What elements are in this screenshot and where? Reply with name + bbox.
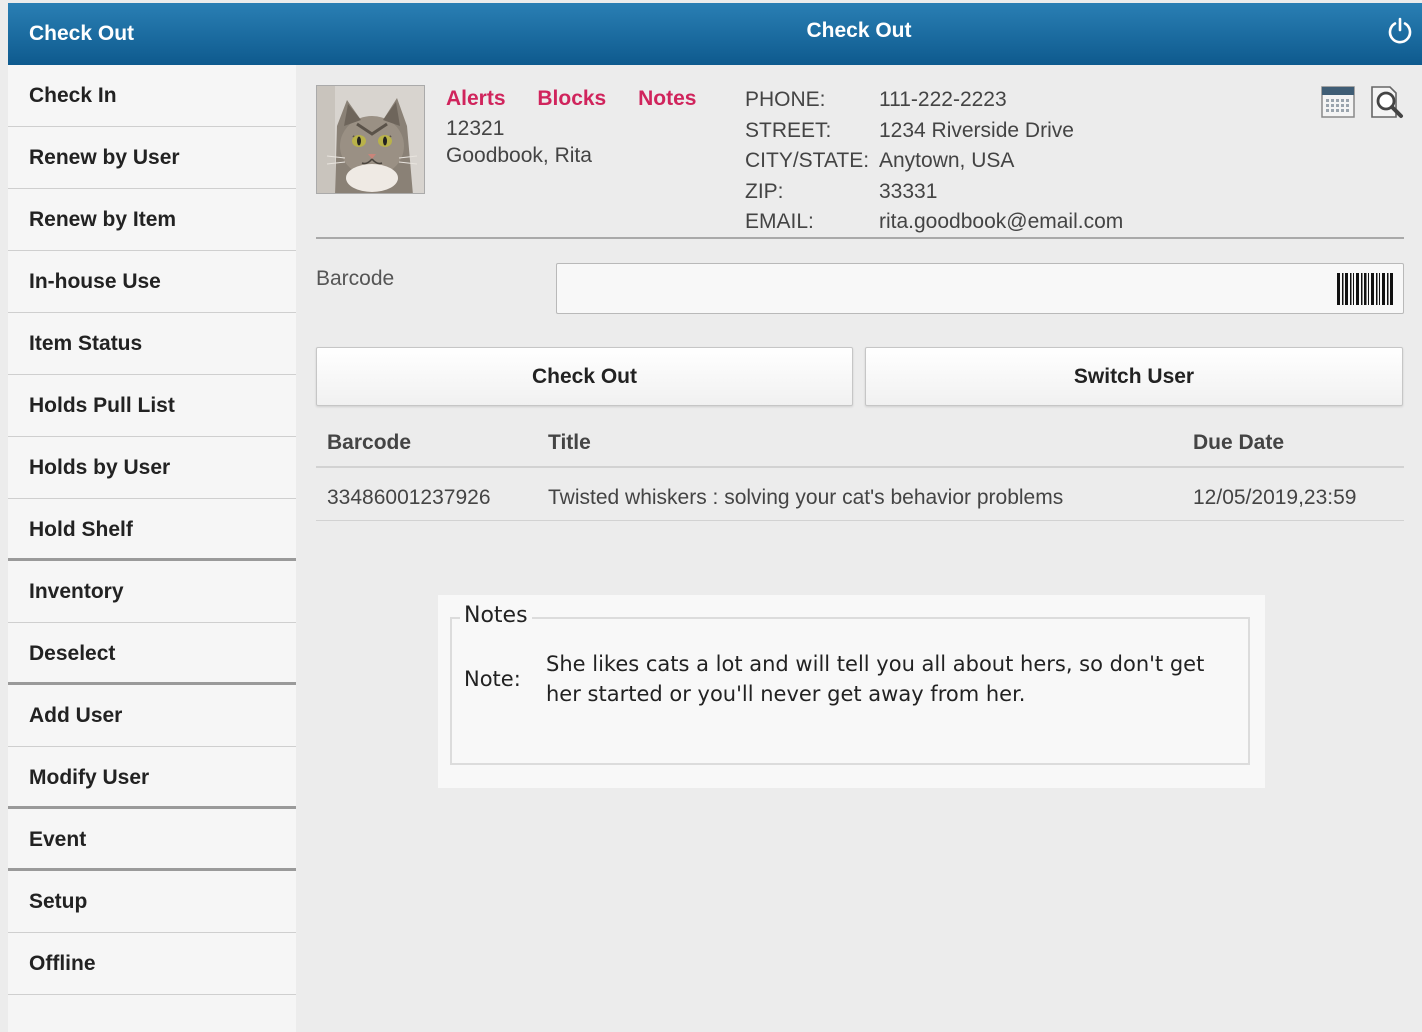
sidebar-item-event[interactable]: Event <box>8 809 296 871</box>
column-header-barcode[interactable]: Barcode <box>327 431 411 455</box>
contact-value: rita.goodbook@email.com <box>879 210 1124 233</box>
contact-label: STREET: <box>745 118 832 142</box>
sidebar-item-renew-by-item[interactable]: Renew by Item <box>8 189 296 251</box>
calendar-icon[interactable] <box>1321 85 1355 119</box>
main-content: Alerts Blocks Notes 12321 Goodbook, Rita… <box>296 65 1422 1032</box>
alerts-link[interactable]: Alerts <box>446 87 506 110</box>
table-row[interactable]: 33486001237926 Twisted whiskers : solvin… <box>316 470 1404 521</box>
contact-row-phone: PHONE: 111-222-2223 <box>745 88 1123 119</box>
notes-panel: Notes Note: She likes cats a lot and wil… <box>438 595 1265 788</box>
contact-label: ZIP: <box>745 179 784 203</box>
sidebar-item-item-status[interactable]: Item Status <box>8 313 296 375</box>
user-photo <box>316 85 425 194</box>
sidebar-item-deselect[interactable]: Deselect <box>8 623 296 685</box>
contact-label: EMAIL: <box>745 210 814 233</box>
app: Check Out Check In Renew by User Renew b… <box>0 0 1422 1032</box>
user-id: 12321 <box>446 117 505 140</box>
table-header: Barcode Title Due Date <box>316 417 1404 468</box>
power-icon[interactable] <box>1386 17 1414 45</box>
cell-barcode: 33486001237926 <box>327 486 491 509</box>
contact-row-zip: ZIP: 33331 <box>745 180 1123 211</box>
search-document-icon[interactable] <box>1370 85 1404 119</box>
switch-user-button[interactable]: Switch User <box>865 347 1403 406</box>
sidebar: Check Out Check In Renew by User Renew b… <box>8 3 296 1032</box>
notes-link[interactable]: Notes <box>638 87 696 110</box>
sidebar-item-check-in[interactable]: Check In <box>8 65 296 127</box>
notes-legend: Notes <box>460 603 532 628</box>
barcode-label: Barcode <box>316 267 395 290</box>
section-divider <box>316 237 1404 239</box>
contact-row-email: EMAIL: rita.goodbook@email.com <box>745 210 1123 241</box>
blocks-link[interactable]: Blocks <box>537 87 606 110</box>
sidebar-item-offline[interactable]: Offline <box>8 933 296 995</box>
header-bar: Check Out <box>296 3 1422 65</box>
contact-value: 33331 <box>879 179 938 203</box>
sidebar-item-renew-by-user[interactable]: Renew by User <box>8 127 296 189</box>
sidebar-item-holds-pull-list[interactable]: Holds Pull List <box>8 375 296 437</box>
barcode-icon[interactable] <box>1336 273 1394 305</box>
cell-title: Twisted whiskers : solving your cat's be… <box>548 486 1064 509</box>
sidebar-item-check-out[interactable]: Check Out <box>8 3 296 65</box>
contact-label: CITY/STATE: <box>745 149 870 172</box>
contact-value: Anytown, USA <box>879 149 1015 172</box>
cell-due-date: 12/05/2019,23:59 <box>1193 486 1357 509</box>
column-header-due-date[interactable]: Due Date <box>1193 431 1284 455</box>
sidebar-item-add-user[interactable]: Add User <box>8 685 296 747</box>
page-title: Check Out <box>806 19 912 42</box>
contact-label: PHONE: <box>745 88 826 111</box>
contact-row-city-state: CITY/STATE: Anytown, USA <box>745 149 1123 180</box>
contact-row-street: STREET: 1234 Riverside Drive <box>745 119 1123 150</box>
sidebar-item-setup[interactable]: Setup <box>8 871 296 933</box>
barcode-input[interactable] <box>556 263 1404 314</box>
contact-value: 111-222-2223 <box>879 88 1007 111</box>
user-name: Goodbook, Rita <box>446 144 592 167</box>
user-links: Alerts Blocks Notes <box>446 87 722 111</box>
contact-value: 1234 Riverside Drive <box>879 118 1074 142</box>
notes-fieldset: Notes Note: She likes cats a lot and wil… <box>450 603 1250 765</box>
sidebar-item-holds-by-user[interactable]: Holds by User <box>8 437 296 499</box>
contact-info: PHONE: 111-222-2223 STREET: 1234 Riverside… <box>745 88 1123 241</box>
sidebar-item-hold-shelf[interactable]: Hold Shelf <box>8 499 296 561</box>
sidebar-item-modify-user[interactable]: Modify User <box>8 747 296 809</box>
column-header-title[interactable]: Title <box>548 431 591 455</box>
sidebar-item-inventory[interactable]: Inventory <box>8 561 296 623</box>
check-out-button[interactable]: Check Out <box>316 347 853 406</box>
sidebar-item-in-house-use[interactable]: In-house Use <box>8 251 296 313</box>
note-label: Note: <box>464 667 521 691</box>
note-text: She likes cats a lot and will tell you a… <box>546 652 1205 706</box>
